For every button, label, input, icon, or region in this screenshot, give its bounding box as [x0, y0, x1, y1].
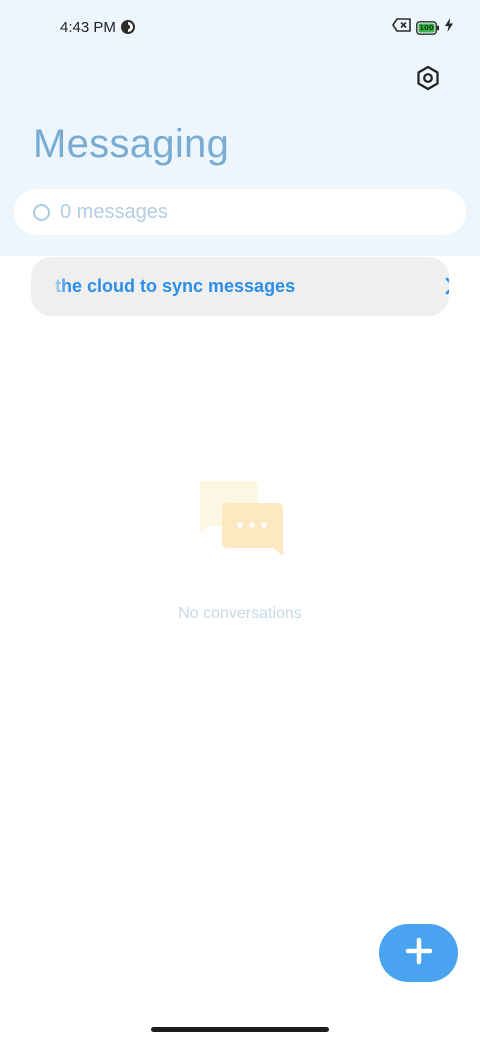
settings-hexagon-icon — [415, 65, 441, 96]
empty-state-text: No conversations — [178, 605, 302, 622]
search-icon — [33, 203, 50, 221]
banner-fade-right — [387, 257, 427, 316]
chevron-right-icon — [439, 275, 449, 297]
home-indicator[interactable] — [151, 1027, 329, 1032]
cloud-sync-banner[interactable]: the cloud to sync messages — [31, 257, 449, 316]
banner-fade-left — [51, 257, 67, 316]
battery-icon: 100 — [416, 20, 440, 35]
no-sim-icon — [392, 18, 412, 37]
charging-bolt-icon — [444, 18, 454, 37]
status-time: 4:43 PM — [60, 19, 116, 36]
privacy-indicator-icon — [120, 19, 136, 35]
page-title: Messaging — [33, 122, 230, 166]
plus-icon — [405, 937, 433, 970]
battery-level: 100 — [419, 23, 434, 32]
status-icons: 100 — [392, 18, 454, 37]
chat-bubbles-icon — [194, 478, 286, 560]
sync-banner-text: the cloud to sync messages — [55, 276, 296, 296]
search-bar[interactable]: 0 messages — [14, 189, 466, 235]
search-placeholder: 0 messages — [60, 200, 168, 223]
new-conversation-button[interactable] — [379, 924, 458, 982]
settings-button[interactable] — [410, 62, 446, 98]
